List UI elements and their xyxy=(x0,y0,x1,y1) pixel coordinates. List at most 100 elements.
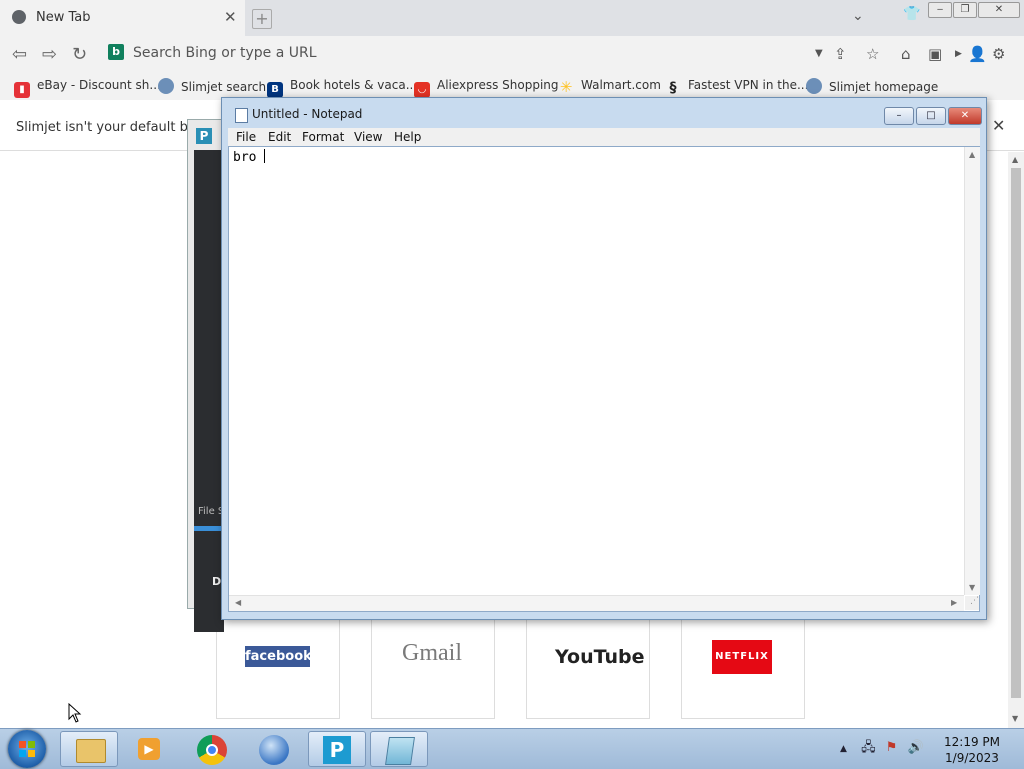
settings-gear-icon[interactable]: ⚙ xyxy=(992,45,1005,63)
mouse-cursor-icon xyxy=(68,703,82,723)
theme-shirt-icon[interactable]: 👕 xyxy=(903,6,920,22)
vertical-scrollbar[interactable]: ▲ ▼ xyxy=(964,147,980,595)
clock-date: 1/9/2023 xyxy=(945,751,999,765)
close-button[interactable]: ✕ xyxy=(978,2,1020,18)
tab-new-tab[interactable]: New Tab ✕ xyxy=(0,0,245,36)
horizontal-scrollbar[interactable]: ◀ ▶ xyxy=(229,595,964,611)
bookmark-ebay[interactable]: ▮ eBay - Discount sh... xyxy=(14,78,161,98)
expand-arrow-icon[interactable]: ▶ xyxy=(955,49,962,59)
menu-edit[interactable]: Edit xyxy=(268,130,291,144)
slimjet-icon xyxy=(158,78,174,94)
resize-grip[interactable]: ⋰ xyxy=(965,596,979,610)
close-button[interactable]: ✕ xyxy=(948,107,982,125)
close-infobar-icon[interactable]: ✕ xyxy=(992,116,1005,135)
media-player-icon: ▶ xyxy=(138,738,160,760)
scroll-left-icon[interactable]: ◀ xyxy=(235,598,241,607)
globe-icon xyxy=(12,10,26,24)
folder-icon xyxy=(76,739,106,763)
taskbar-chrome[interactable] xyxy=(184,731,242,767)
tab-strip: New Tab ✕ + ⌄ 👕 ‒ ❐ ✕ xyxy=(0,0,1024,36)
text-caret xyxy=(264,149,266,163)
tab-title: New Tab xyxy=(36,10,91,25)
app-p-icon: P xyxy=(196,128,212,144)
gmail-logo: Gmail xyxy=(402,640,462,666)
system-tray: ▲ 🖧 ⚑ 🔊 xyxy=(840,738,924,760)
speed-dial-gmail[interactable]: Gmail xyxy=(371,620,495,719)
notepad-icon xyxy=(235,108,248,123)
volume-icon[interactable]: 🔊 xyxy=(908,740,924,755)
clock[interactable]: 12:19 PM 1/9/2023 xyxy=(944,734,1000,766)
facebook-logo: facebook xyxy=(245,646,312,667)
navigation-toolbar: ⇦ ⇨ ↻ b Search Bing or type a URL ▼ ⇪ ☆ … xyxy=(0,36,1024,72)
minimize-button[interactable]: ‒ xyxy=(928,2,952,18)
bookmark-walmart[interactable]: ✳ Walmart.com xyxy=(558,78,661,95)
infobar-message: Slimjet isn't your default brow xyxy=(16,120,212,135)
taskbar: ▶ P ▲ 🖧 ⚑ 🔊 12:19 PM 1/9/2023 xyxy=(0,728,1024,769)
forward-arrow-icon[interactable]: ⇨ xyxy=(42,44,57,65)
bookmark-slimjet-search[interactable]: Slimjet search xyxy=(158,78,266,94)
speed-dial-youtube[interactable]: YouTube xyxy=(526,620,650,719)
scroll-down-icon[interactable]: ▼ xyxy=(969,583,975,592)
chevron-down-icon[interactable]: ⌄ xyxy=(852,8,864,24)
menu-format[interactable]: Format xyxy=(302,130,344,144)
close-tab-icon[interactable]: ✕ xyxy=(224,8,237,26)
new-tab-button[interactable]: + xyxy=(252,9,272,29)
home-icon[interactable]: ⌂ xyxy=(901,45,911,63)
aliexpress-icon: ◡ xyxy=(414,82,430,98)
restore-button[interactable]: ❐ xyxy=(953,2,977,18)
bookmark-aliexpress[interactable]: ◡ Aliexpress Shopping xyxy=(414,78,559,98)
walmart-icon: ✳ xyxy=(559,78,573,96)
speed-dial-netflix[interactable]: NETFLIX xyxy=(681,620,805,719)
drive-label: D xyxy=(212,575,222,588)
maximize-button[interactable]: □ xyxy=(916,107,946,125)
show-hidden-icons-icon[interactable]: ▲ xyxy=(840,744,847,754)
user-icon[interactable]: 👤 xyxy=(968,45,987,63)
speed-dial-facebook[interactable]: facebook xyxy=(216,620,340,719)
address-bar[interactable]: Search Bing or type a URL xyxy=(133,45,317,61)
booking-icon: B xyxy=(267,82,283,98)
scroll-down-icon[interactable]: ▼ xyxy=(1012,714,1018,723)
back-arrow-icon[interactable]: ⇦ xyxy=(12,44,27,65)
notepad-window[interactable]: Untitled - Notepad – □ ✕ File Edit Forma… xyxy=(221,97,987,620)
ebay-bag-icon: ▮ xyxy=(14,82,30,98)
scrollbar-thumb[interactable] xyxy=(1011,168,1021,698)
bookmark-vpn[interactable]: § Fastest VPN in the... xyxy=(665,78,809,96)
progress-bar xyxy=(194,526,224,531)
network-icon[interactable]: 🖧 xyxy=(861,740,876,755)
taskbar-explorer[interactable] xyxy=(60,731,118,767)
notepad-icon xyxy=(385,737,415,765)
sidebar-panel-icon[interactable]: ▣ xyxy=(928,45,942,63)
text-editor-area[interactable]: bro ▲ ▼ ◀ ▶ ⋰ xyxy=(228,146,980,612)
scroll-right-icon[interactable]: ▶ xyxy=(951,598,957,607)
slimjet-icon xyxy=(806,78,822,94)
taskbar-slimjet[interactable] xyxy=(246,731,304,767)
menu-bar: File Edit Format View Help xyxy=(228,128,980,146)
editor-content[interactable]: bro xyxy=(233,149,266,165)
menu-help[interactable]: Help xyxy=(394,130,421,144)
menu-view[interactable]: View xyxy=(354,130,382,144)
star-icon[interactable]: ☆ xyxy=(866,45,879,63)
vpn-icon: § xyxy=(669,80,677,96)
action-center-flag-icon[interactable]: ⚑ xyxy=(886,740,898,755)
bing-icon: b xyxy=(108,44,124,60)
dropdown-arrow-icon[interactable]: ▼ xyxy=(815,48,823,59)
taskbar-media-player[interactable]: ▶ xyxy=(122,731,180,767)
bookmark-slimjet-homepage[interactable]: Slimjet homepage xyxy=(806,78,938,94)
p-app-icon: P xyxy=(323,736,351,764)
menu-file[interactable]: File xyxy=(236,130,256,144)
scroll-up-icon[interactable]: ▲ xyxy=(1012,155,1018,164)
start-button[interactable] xyxy=(8,730,46,768)
share-icon[interactable]: ⇪ xyxy=(834,45,847,63)
clock-time: 12:19 PM xyxy=(944,735,1000,749)
taskbar-p-app[interactable]: P xyxy=(308,731,366,767)
app-dark-panel xyxy=(194,150,224,632)
page-scrollbar[interactable]: ▲ ▼ xyxy=(1008,152,1024,728)
windows-flag-icon xyxy=(19,741,35,757)
taskbar-notepad[interactable] xyxy=(370,731,428,767)
youtube-logo: YouTube xyxy=(555,646,645,668)
scroll-up-icon[interactable]: ▲ xyxy=(969,150,975,159)
bookmark-booking[interactable]: B Book hotels & vaca... xyxy=(267,78,417,98)
bookmarks-bar: ▮ eBay - Discount sh... Slimjet search BB… xyxy=(0,72,1024,100)
reload-icon[interactable]: ↻ xyxy=(72,44,87,65)
minimize-button[interactable]: – xyxy=(884,107,914,125)
